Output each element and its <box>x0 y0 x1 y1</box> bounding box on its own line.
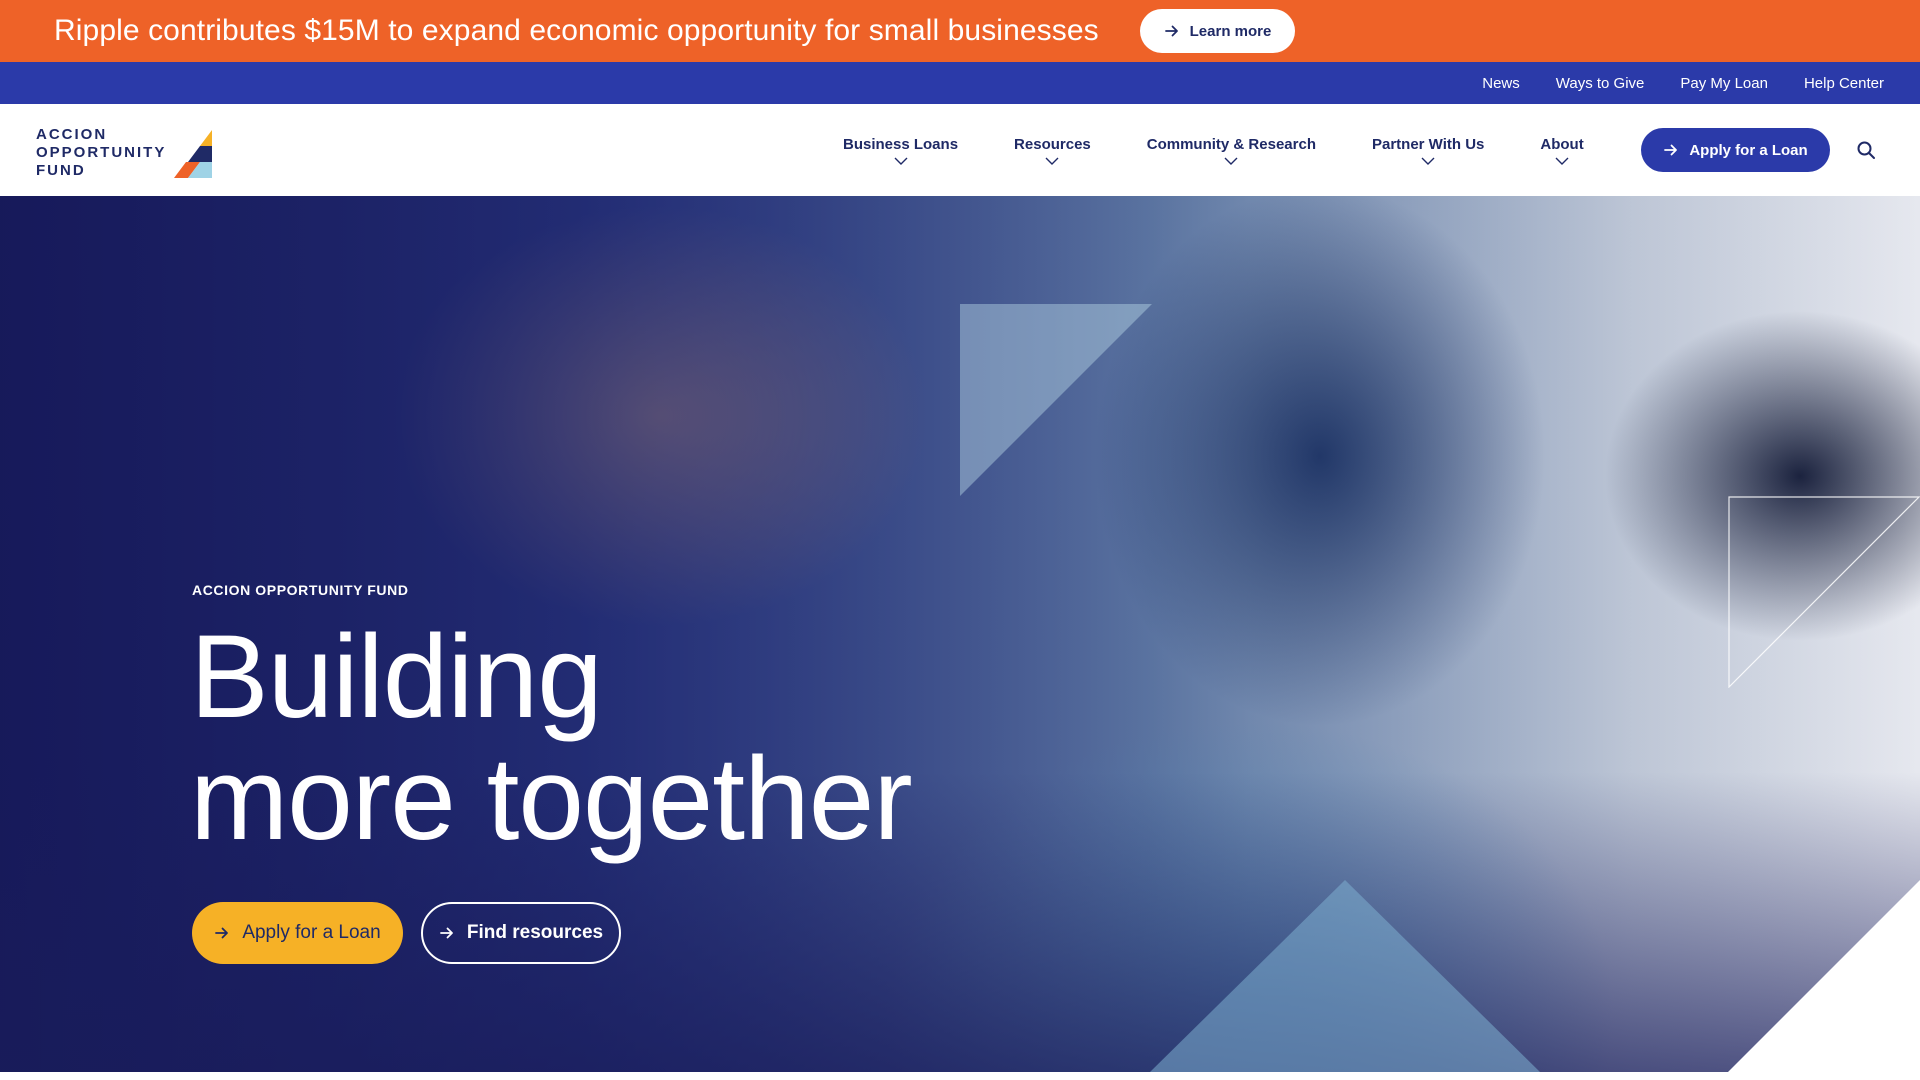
main-nav: ACCION OPPORTUNITY FUND Business Loans R… <box>0 104 1920 196</box>
nav-item-label: Community & Research <box>1146 135 1316 153</box>
nav-item-business-loans[interactable]: Business Loans <box>843 136 958 165</box>
chevron-down-icon <box>1421 157 1435 165</box>
announcement-text: Ripple contributes $15M to expand econom… <box>54 14 1099 47</box>
learn-more-button[interactable]: Learn more <box>1140 9 1295 53</box>
arrow-right-icon <box>215 927 229 939</box>
nav-item-label: Resources <box>1014 135 1091 153</box>
learn-more-label: Learn more <box>1189 22 1272 40</box>
decorative-triangle-outline <box>1728 496 1920 688</box>
nav-items: Business Loans Resources Community & Res… <box>843 104 1640 196</box>
nav-item-label: Partner With Us <box>1371 135 1485 153</box>
announcement-bar: Ripple contributes $15M to expand econom… <box>0 0 1920 62</box>
decorative-triangle <box>1728 880 1920 1072</box>
hero-eyebrow: ACCION OPPORTUNITY FUND <box>192 582 409 598</box>
nav-item-about[interactable]: About <box>1540 135 1584 165</box>
hero-title: Building more together <box>190 611 913 865</box>
apply-for-loan-label: Apply for a Loan <box>1689 141 1808 159</box>
arrow-right-icon <box>1164 25 1178 37</box>
nav-item-community-research[interactable]: Community & Research <box>1147 136 1316 165</box>
chevron-down-icon <box>1555 157 1569 165</box>
hero-title-line-2: more together <box>190 733 913 865</box>
search-icon[interactable] <box>1856 140 1876 160</box>
utility-links: News Ways to Give Pay My Loan Help Cente… <box>1482 62 1884 104</box>
decorative-triangle <box>960 304 1152 496</box>
nav-item-resources[interactable]: Resources <box>1014 136 1091 165</box>
find-resources-label: Find resources <box>466 922 604 943</box>
nav-item-partner-with-us[interactable]: Partner With Us <box>1372 136 1484 165</box>
decorative-triangle <box>1150 880 1540 1072</box>
apply-for-loan-hero-button[interactable]: Apply for a Loan <box>192 902 403 964</box>
nav-item-label: About <box>1540 135 1584 153</box>
hero-section: ACCION OPPORTUNITY FUND Building more to… <box>0 196 1920 1072</box>
utility-link-help-center[interactable]: Help Center <box>1804 75 1884 92</box>
utility-link-pay-my-loan[interactable]: Pay My Loan <box>1680 75 1768 92</box>
chevron-down-icon <box>1045 157 1059 165</box>
logo[interactable]: ACCION OPPORTUNITY FUND <box>36 122 216 180</box>
logo-line-1: ACCION <box>36 126 108 143</box>
arrow-right-icon <box>1664 144 1678 156</box>
utility-link-news[interactable]: News <box>1482 75 1520 92</box>
chevron-down-icon <box>1224 157 1238 165</box>
logo-line-3: FUND <box>36 162 86 179</box>
apply-for-loan-nav-button[interactable]: Apply for a Loan <box>1641 128 1830 172</box>
arrow-right-icon <box>439 927 453 939</box>
nav-item-label: Business Loans <box>843 135 959 153</box>
utility-bar: News Ways to Give Pay My Loan Help Cente… <box>0 62 1920 104</box>
hero-title-line-1: Building <box>190 611 603 743</box>
find-resources-button[interactable]: Find resources <box>421 902 621 964</box>
chevron-down-icon <box>894 157 908 165</box>
utility-link-ways-to-give[interactable]: Ways to Give <box>1556 75 1645 92</box>
logo-line-2: OPPORTUNITY <box>36 144 167 161</box>
apply-for-loan-hero-label: Apply for a Loan <box>242 922 381 943</box>
logo-mark-icon <box>174 130 212 178</box>
logo-wordmark: ACCION OPPORTUNITY FUND <box>36 126 166 180</box>
